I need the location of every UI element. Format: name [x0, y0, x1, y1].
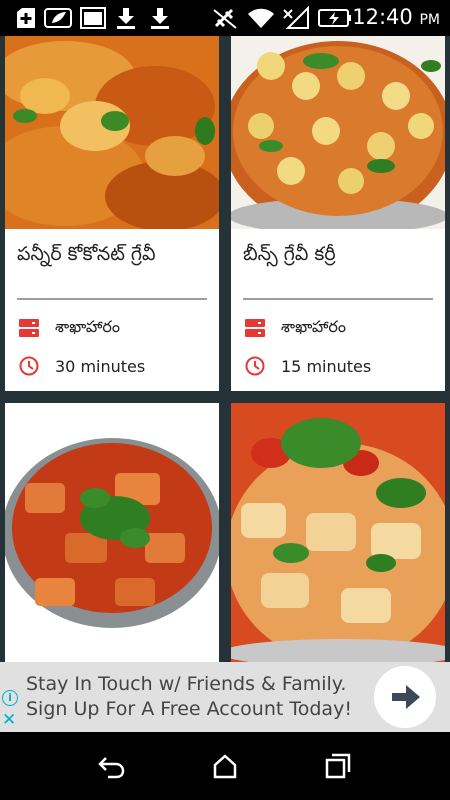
- time-text: 12:40: [352, 5, 413, 29]
- time-row: 30 minutes: [19, 354, 145, 378]
- recipe-card[interactable]: [5, 403, 219, 662]
- ad-line2: Sign Up For A Free Account Today!: [26, 698, 352, 720]
- recipe-card[interactable]: బీన్స్ గ్రేవీ కర్రీ శాఖాహారం 15 minutes: [231, 36, 445, 391]
- category-icon: [245, 319, 265, 337]
- divider: [17, 298, 207, 300]
- divider: [243, 298, 433, 300]
- clock-icon: [19, 356, 39, 376]
- time-row: 15 minutes: [245, 354, 371, 378]
- category-icon: [19, 319, 39, 337]
- leaf-icon: [44, 8, 72, 28]
- wifi-icon: [248, 8, 274, 28]
- add-box-icon: [17, 8, 35, 28]
- home-icon[interactable]: [211, 752, 239, 780]
- ad-line1: Stay In Touch w/ Friends & Family.: [26, 673, 347, 695]
- ad-cta-button[interactable]: [374, 666, 436, 728]
- category-row: శాఖాహారం: [245, 316, 346, 340]
- recipe-photo: [5, 403, 219, 662]
- close-icon[interactable]: ✕: [2, 710, 16, 730]
- time-text: 30 minutes: [55, 356, 146, 376]
- nav-bar: [0, 732, 450, 800]
- category-row: శాఖాహారం: [19, 316, 120, 340]
- recipe-photo: [231, 403, 445, 662]
- category-text: శాఖాహారం: [281, 316, 346, 336]
- back-icon[interactable]: [98, 752, 126, 780]
- image-icon: [80, 7, 106, 29]
- recents-icon[interactable]: [324, 752, 352, 780]
- recipe-photo: [231, 36, 445, 229]
- status-bar: 12:40 PM: [0, 0, 450, 36]
- ampm-text: PM: [419, 12, 440, 28]
- arrow-right-icon: [392, 685, 420, 709]
- status-time: 12:40 PM: [352, 5, 440, 29]
- download-icon: [117, 8, 135, 29]
- ad-banner[interactable]: i ✕ Stay In Touch w/ Friends & Family. S…: [0, 662, 450, 732]
- ad-text[interactable]: Stay In Touch w/ Friends & Family. Sign …: [26, 672, 352, 722]
- time-text: 15 minutes: [281, 356, 372, 376]
- recipe-card[interactable]: పన్నీర్ కోకోనట్ గ్రేవీ శాఖాహారం 30 minut…: [5, 36, 219, 391]
- info-icon[interactable]: i: [2, 690, 18, 706]
- recipe-photo: [5, 36, 219, 229]
- recipe-card[interactable]: [231, 403, 445, 662]
- recipe-title: బీన్స్ గ్రేవీ కర్రీ: [243, 243, 336, 265]
- recipe-grid: పన్నీర్ కోకోనట్ గ్రేవీ శాఖాహారం 30 minut…: [0, 36, 450, 662]
- clock-icon: [245, 356, 265, 376]
- battery-charging-icon: [318, 9, 351, 27]
- recipe-title: పన్నీర్ కోకోనట్ గ్రేవీ: [17, 243, 156, 265]
- no-signal-icon: [283, 6, 309, 29]
- category-text: శాఖాహారం: [55, 316, 120, 336]
- signal-muted-icon: [213, 8, 237, 29]
- download-icon: [151, 8, 169, 29]
